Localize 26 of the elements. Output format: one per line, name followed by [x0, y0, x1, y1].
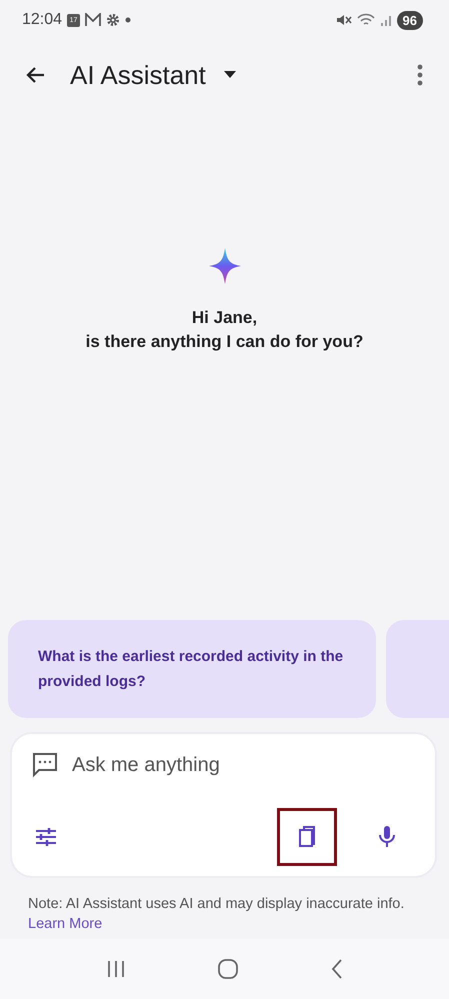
- ask-input[interactable]: Ask me anything: [70, 752, 417, 778]
- gear-icon: [106, 13, 120, 27]
- learn-more-link[interactable]: Learn More: [28, 916, 102, 932]
- recents-icon[interactable]: [106, 960, 126, 978]
- disclaimer-text: Note: AI Assistant uses AI and may display inaccurate info. Learn More: [28, 895, 406, 934]
- back-icon[interactable]: [331, 959, 344, 979]
- screen-title[interactable]: AI Assistant: [70, 60, 206, 90]
- chat-icon: [32, 752, 58, 778]
- dot-icon: [125, 17, 132, 23]
- greeting-text: Hi Jane,: [192, 307, 258, 329]
- book-icon: [297, 826, 317, 848]
- wifi-icon: [356, 13, 375, 27]
- mic-icon: [378, 825, 396, 849]
- greeting-text: is there anything I can do for you?: [86, 331, 364, 353]
- home-icon[interactable]: [217, 958, 240, 980]
- mail-icon: [85, 13, 102, 27]
- sliders-icon: [35, 827, 57, 847]
- book-button[interactable]: [277, 808, 337, 866]
- battery-level: 96: [396, 10, 423, 30]
- sparkle-icon: [208, 248, 240, 284]
- more-icon[interactable]: [417, 64, 423, 86]
- signal-icon: [380, 13, 392, 27]
- suggestion-chip[interactable]: What is the earliest recorded activity in the provided logs?: [8, 620, 376, 718]
- status-time: 12:04: [22, 11, 62, 29]
- caret-icon[interactable]: [224, 71, 236, 79]
- mute-icon: [336, 13, 352, 27]
